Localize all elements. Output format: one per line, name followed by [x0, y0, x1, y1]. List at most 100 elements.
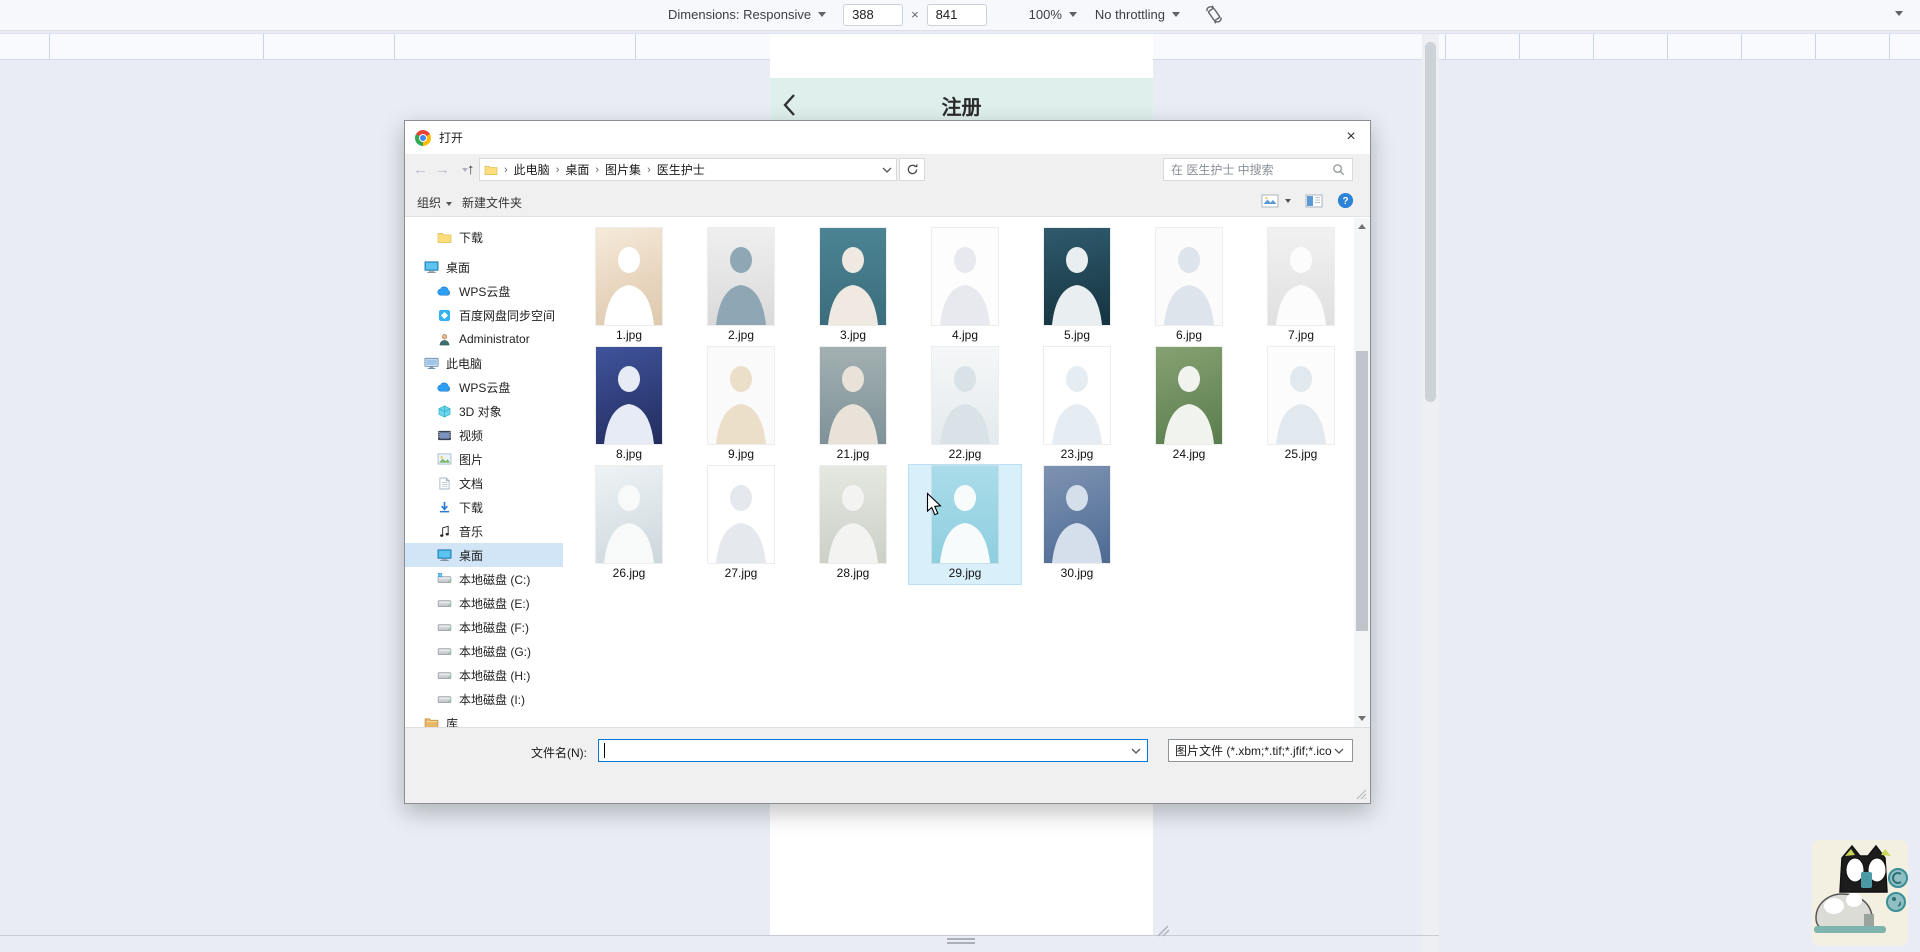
sidebar-item[interactable]: 本地磁盘 (H:)	[405, 663, 563, 687]
file-thumbnail[interactable]	[820, 228, 886, 325]
sidebar-item[interactable]: 此电脑	[405, 351, 563, 375]
file-thumbnail[interactable]	[932, 228, 998, 325]
file-thumbnail[interactable]	[820, 347, 886, 444]
drive-icon	[436, 670, 453, 681]
organize-button[interactable]: 组织	[417, 194, 453, 211]
sidebar-item[interactable]: 本地磁盘 (I:)	[405, 687, 563, 711]
drive-icon	[436, 694, 453, 705]
dimensions-dropdown[interactable]: Dimensions: Responsive	[668, 7, 811, 22]
file-item[interactable]: 2.jpg	[685, 227, 797, 346]
file-thumbnail[interactable]	[1044, 228, 1110, 325]
breadcrumb-dropdown-icon[interactable]	[882, 167, 892, 173]
back-arrow-icon[interactable]: ←	[413, 161, 428, 179]
rotate-viewport-icon[interactable]	[1204, 5, 1224, 24]
chevron-down-icon	[818, 12, 827, 17]
file-item[interactable]: 21.jpg	[797, 346, 909, 465]
scroll-down-icon[interactable]	[1358, 716, 1366, 721]
file-item[interactable]: 26.jpg	[573, 465, 685, 584]
file-item[interactable]: 22.jpg	[909, 346, 1021, 465]
file-item[interactable]: 29.jpg	[908, 464, 1022, 585]
file-thumbnail[interactable]	[1268, 347, 1334, 444]
file-thumbnail[interactable]	[596, 228, 662, 325]
sidebar-item[interactable]: 本地磁盘 (G:)	[405, 639, 563, 663]
close-button[interactable]: ×	[1332, 121, 1370, 153]
up-arrow-icon[interactable]: ↑	[467, 161, 475, 179]
dialog-resize-grip[interactable]	[1355, 788, 1367, 800]
file-item[interactable]: 1.jpg	[573, 227, 685, 346]
cloud-icon	[436, 286, 453, 297]
page-scrollbar-thumb[interactable]	[1425, 42, 1436, 402]
sidebar-item[interactable]: 下载	[405, 495, 563, 519]
back-chevron-icon[interactable]	[782, 93, 796, 122]
drive-icon	[436, 622, 453, 633]
sidebar-item[interactable]: Administrator	[405, 327, 563, 351]
forward-arrow-icon[interactable]: →	[435, 161, 450, 179]
file-item[interactable]: 28.jpg	[797, 465, 909, 584]
file-thumbnail[interactable]	[1268, 228, 1334, 325]
sidebar-item[interactable]: 百度网盘同步空间	[405, 303, 563, 327]
sidebar-item[interactable]: 库	[405, 711, 563, 727]
devtools-collapse-caret[interactable]	[1895, 11, 1903, 16]
sidebar-item[interactable]: 桌面	[405, 543, 563, 567]
sidebar-item[interactable]: WPS云盘	[405, 375, 563, 399]
throttling-dropdown[interactable]: No throttling	[1095, 7, 1165, 22]
file-item[interactable]: 24.jpg	[1133, 346, 1245, 465]
search-input[interactable]	[1164, 162, 1332, 177]
breadcrumb-item[interactable]: 桌面	[565, 161, 589, 178]
sidebar-item[interactable]: 文档	[405, 471, 563, 495]
file-grid: 1.jpg 2.jpg 3.jpg 4.jpg 5.jpg 6.jpg 7.jpg 8.jpg…	[573, 227, 1363, 585]
page-scrollbar[interactable]	[1422, 34, 1439, 952]
help-button[interactable]: ?	[1337, 192, 1354, 209]
sidebar-item-label: 百度网盘同步空间	[459, 308, 556, 323]
file-item[interactable]: 8.jpg	[573, 346, 685, 465]
sidebar-item[interactable]: 下载	[405, 225, 563, 249]
file-item[interactable]: 23.jpg	[1021, 346, 1133, 465]
refresh-button[interactable]	[899, 158, 925, 181]
sidebar-item[interactable]: 音乐	[405, 519, 563, 543]
filetype-dropdown[interactable]: 图片文件 (*.xbm;*.tif;*.jfif;*.ico	[1168, 739, 1353, 762]
viewport-resize-handle[interactable]	[947, 938, 975, 940]
file-thumbnail[interactable]	[708, 347, 774, 444]
file-thumbnail[interactable]	[1044, 466, 1110, 563]
file-item[interactable]: 6.jpg	[1133, 227, 1245, 346]
viewport-corner-grip[interactable]	[1150, 925, 1170, 937]
file-thumbnail[interactable]	[932, 347, 998, 444]
new-folder-button[interactable]: 新建文件夹	[462, 194, 522, 211]
sidebar-item[interactable]: 本地磁盘 (C:)	[405, 567, 563, 591]
sidebar-item[interactable]: WPS云盘	[405, 279, 563, 303]
view-mode-button[interactable]	[1261, 194, 1291, 208]
file-item[interactable]: 9.jpg	[685, 346, 797, 465]
preview-pane-button[interactable]	[1305, 194, 1323, 208]
file-thumbnail[interactable]	[1156, 228, 1222, 325]
viewport-width-input[interactable]	[843, 3, 904, 26]
dialog-title-bar[interactable]: 打开 ×	[405, 121, 1370, 154]
zoom-dropdown[interactable]: 100%	[1029, 7, 1062, 22]
file-item[interactable]: 27.jpg	[685, 465, 797, 584]
file-thumbnail[interactable]	[708, 466, 774, 563]
breadcrumb-item[interactable]: 图片集	[605, 161, 641, 178]
breadcrumb-item[interactable]: 此电脑	[514, 161, 550, 178]
viewport-height-input[interactable]	[926, 3, 987, 26]
file-thumbnail[interactable]	[820, 466, 886, 563]
sidebar-item[interactable]: 视频	[405, 423, 563, 447]
file-item[interactable]: 3.jpg	[797, 227, 909, 346]
file-thumbnail[interactable]	[596, 347, 662, 444]
file-item[interactable]: 7.jpg	[1245, 227, 1357, 346]
file-item[interactable]: 5.jpg	[1021, 227, 1133, 346]
file-thumbnail[interactable]	[1156, 347, 1222, 444]
filename-combobox[interactable]	[598, 739, 1148, 762]
breadcrumb-item[interactable]: 医生护士	[657, 161, 705, 178]
sidebar-item[interactable]: 本地磁盘 (F:)	[405, 615, 563, 639]
file-thumbnail[interactable]	[1044, 347, 1110, 444]
search-box[interactable]	[1163, 158, 1353, 181]
file-thumbnail[interactable]	[708, 228, 774, 325]
sidebar-item[interactable]: 图片	[405, 447, 563, 471]
sidebar-item[interactable]: 本地磁盘 (E:)	[405, 591, 563, 615]
breadcrumb[interactable]: › 此电脑 › 桌面 › 图片集 › 医生护士	[479, 158, 897, 181]
file-thumbnail[interactable]	[596, 466, 662, 563]
file-item[interactable]: 25.jpg	[1245, 346, 1357, 465]
sidebar-item[interactable]: 桌面	[405, 255, 563, 279]
file-item[interactable]: 30.jpg	[1021, 465, 1133, 584]
sidebar-item[interactable]: 3D 对象	[405, 399, 563, 423]
file-item[interactable]: 4.jpg	[909, 227, 1021, 346]
